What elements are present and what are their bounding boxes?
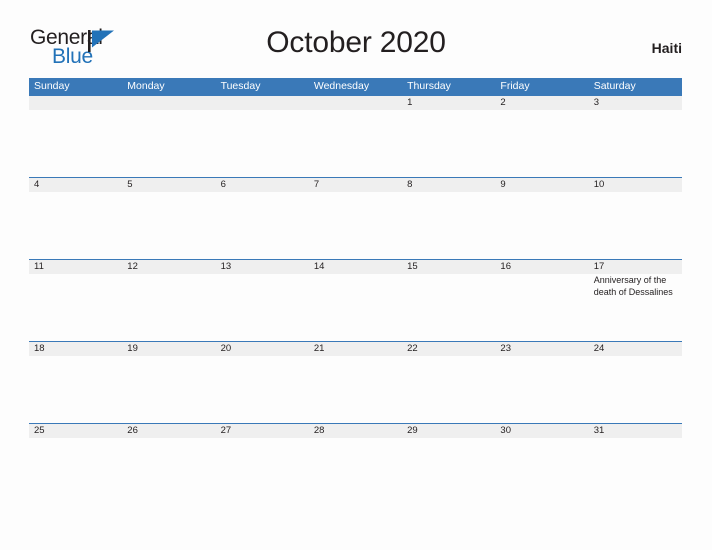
date-number[interactable] (216, 96, 309, 110)
weekday-header-saturday: Saturday (593, 80, 636, 92)
day-event-text[interactable] (495, 438, 588, 505)
date-number[interactable]: 6 (216, 178, 309, 192)
page-header: General Blue October 2020 Haiti (0, 0, 712, 67)
day-event-text[interactable] (29, 192, 122, 259)
calendar-week-row: 1 2 3 (29, 95, 682, 177)
day-event-text[interactable] (122, 438, 215, 505)
date-number[interactable]: 11 (29, 260, 122, 274)
date-number[interactable]: 3 (589, 96, 682, 110)
date-number[interactable]: 15 (402, 260, 495, 274)
day-event-text[interactable] (216, 356, 309, 423)
day-event-text[interactable] (122, 356, 215, 423)
day-event-text[interactable] (216, 192, 309, 259)
weekday-header-wednesday: Wednesday (313, 80, 370, 92)
weekday-header-thursday: Thursday (407, 80, 451, 92)
weekday-header-tuesday: Tuesday (220, 80, 261, 92)
day-content-band (29, 356, 682, 423)
calendar-week-row: 25 26 27 28 29 30 31 (29, 423, 682, 505)
day-event-text[interactable] (309, 356, 402, 423)
day-content-band: Anniversary of the death of Dessalines (29, 274, 682, 341)
day-event-text[interactable] (589, 192, 682, 259)
date-number[interactable]: 30 (495, 424, 588, 438)
date-number[interactable]: 17 (589, 260, 682, 274)
region-label: Haiti (651, 40, 682, 56)
day-event-text[interactable] (309, 438, 402, 505)
day-event-text[interactable] (495, 192, 588, 259)
date-number[interactable]: 18 (29, 342, 122, 356)
day-event-text[interactable] (589, 356, 682, 423)
day-event-text[interactable] (309, 192, 402, 259)
date-number[interactable]: 14 (309, 260, 402, 274)
day-event-text[interactable] (122, 192, 215, 259)
date-number[interactable]: 31 (589, 424, 682, 438)
date-number[interactable]: 8 (402, 178, 495, 192)
date-number[interactable]: 22 (402, 342, 495, 356)
day-event-text[interactable] (122, 274, 215, 341)
date-number-band: 18 19 20 21 22 23 24 (29, 341, 682, 356)
date-number[interactable]: 23 (495, 342, 588, 356)
weekday-header-sunday: Sunday (34, 80, 70, 92)
date-number[interactable]: 29 (402, 424, 495, 438)
date-number[interactable]: 27 (216, 424, 309, 438)
monthly-calendar: Sunday Monday Tuesday Wednesday Thursday… (29, 78, 682, 505)
date-number[interactable]: 5 (122, 178, 215, 192)
day-event-text[interactable] (216, 274, 309, 341)
date-number[interactable]: 25 (29, 424, 122, 438)
date-number[interactable]: 20 (216, 342, 309, 356)
day-event-text[interactable] (589, 110, 682, 177)
day-event-text[interactable] (122, 110, 215, 177)
date-number[interactable] (29, 96, 122, 110)
calendar-week-row: 4 5 6 7 8 9 10 (29, 177, 682, 259)
weekday-header-monday: Monday (127, 80, 165, 92)
date-number[interactable]: 12 (122, 260, 215, 274)
calendar-week-row: 11 12 13 14 15 16 17 Anniversary of the … (29, 259, 682, 341)
date-number[interactable]: 28 (309, 424, 402, 438)
date-number[interactable]: 1 (402, 96, 495, 110)
date-number[interactable]: 26 (122, 424, 215, 438)
day-content-band (29, 192, 682, 259)
day-event-text[interactable] (402, 356, 495, 423)
day-event-text[interactable] (29, 274, 122, 341)
date-number-band: 4 5 6 7 8 9 10 (29, 177, 682, 192)
day-event-text[interactable] (216, 438, 309, 505)
calendar-week-row: 18 19 20 21 22 23 24 (29, 341, 682, 423)
day-event-text[interactable] (402, 110, 495, 177)
day-event-text[interactable] (216, 110, 309, 177)
date-number[interactable]: 7 (309, 178, 402, 192)
day-event-text[interactable] (589, 438, 682, 505)
day-content-band (29, 110, 682, 177)
date-number[interactable]: 13 (216, 260, 309, 274)
day-event-text[interactable] (29, 438, 122, 505)
weekday-header-row: Sunday Monday Tuesday Wednesday Thursday… (29, 78, 682, 95)
date-number[interactable]: 9 (495, 178, 588, 192)
day-event-text[interactable]: Anniversary of the death of Dessalines (589, 274, 682, 341)
page-title: October 2020 (266, 26, 446, 59)
day-content-band (29, 438, 682, 505)
date-number[interactable]: 4 (29, 178, 122, 192)
date-number-band: 25 26 27 28 29 30 31 (29, 423, 682, 438)
day-event-text[interactable] (495, 274, 588, 341)
date-number[interactable] (122, 96, 215, 110)
weekday-header-friday: Friday (500, 80, 530, 92)
day-event-text[interactable] (309, 274, 402, 341)
day-event-text[interactable] (402, 438, 495, 505)
date-number-band: 1 2 3 (29, 95, 682, 110)
date-number[interactable]: 16 (495, 260, 588, 274)
date-number[interactable]: 21 (309, 342, 402, 356)
date-number-band: 11 12 13 14 15 16 17 (29, 259, 682, 274)
date-number[interactable]: 2 (495, 96, 588, 110)
day-event-text[interactable] (29, 110, 122, 177)
day-event-text[interactable] (402, 274, 495, 341)
day-event-text[interactable] (495, 110, 588, 177)
day-event-text[interactable] (402, 192, 495, 259)
date-number[interactable] (309, 96, 402, 110)
day-event-text[interactable] (29, 356, 122, 423)
date-number[interactable]: 19 (122, 342, 215, 356)
day-event-text[interactable] (495, 356, 588, 423)
date-number[interactable]: 24 (589, 342, 682, 356)
day-event-text[interactable] (309, 110, 402, 177)
date-number[interactable]: 10 (589, 178, 682, 192)
